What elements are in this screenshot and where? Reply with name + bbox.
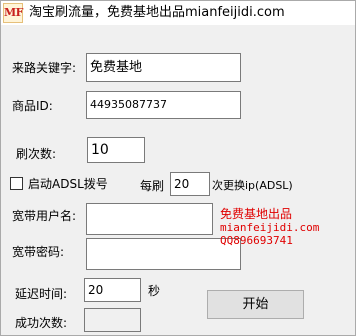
promo-line-1: 免费基地出品	[220, 207, 293, 221]
window-title: 淘宝刷流量，免费基地出品mianfeijidi.com	[29, 5, 285, 20]
promo-text: 免费基地出品 mianfeijidi.com QQ896693741	[220, 207, 320, 248]
broadband-password-label: 宽带密码:	[12, 245, 65, 259]
broadband-user-label: 宽带用户名:	[12, 209, 77, 223]
broadband-password-input[interactable]	[86, 238, 241, 270]
adsl-checkbox[interactable]	[10, 177, 23, 190]
broadband-user-input[interactable]	[86, 203, 213, 235]
success-count-display	[84, 308, 141, 332]
source-keyword-label: 来路关键字:	[12, 61, 77, 75]
refresh-count-label: 刷次数:	[16, 147, 57, 161]
start-button[interactable]: 开始	[207, 290, 304, 319]
refresh-count-input[interactable]: 10	[87, 137, 145, 163]
product-id-input[interactable]: 44935087737	[86, 91, 241, 119]
title-bar[interactable]: MF 淘宝刷流量，免费基地出品mianfeijidi.com	[1, 1, 355, 25]
main-window: MF 淘宝刷流量，免费基地出品mianfeijidi.com 来路关键字: 免费…	[0, 0, 356, 336]
success-count-label: 成功次数:	[15, 316, 68, 330]
delay-unit-label: 秒	[148, 284, 161, 298]
delay-input[interactable]: 20	[84, 278, 141, 302]
adsl-every-label: 每刷	[140, 179, 165, 193]
promo-line-2: mianfeijidi.com	[220, 221, 320, 234]
promo-line-3: QQ896693741	[220, 234, 293, 247]
app-icon[interactable]: MF	[3, 3, 24, 23]
adsl-interval-suffix: 次更换ip(ADSL)	[212, 179, 293, 192]
adsl-interval-input[interactable]: 20	[170, 172, 210, 196]
adsl-checkbox-label[interactable]: 启动ADSL拨号	[28, 177, 108, 191]
product-id-label: 商品ID:	[12, 99, 53, 113]
form-area: 来路关键字: 免费基地 商品ID: 44935087737 刷次数: 10 启动…	[1, 25, 355, 335]
delay-label: 延迟时间:	[15, 287, 68, 301]
source-keyword-input[interactable]: 免费基地	[86, 53, 241, 82]
